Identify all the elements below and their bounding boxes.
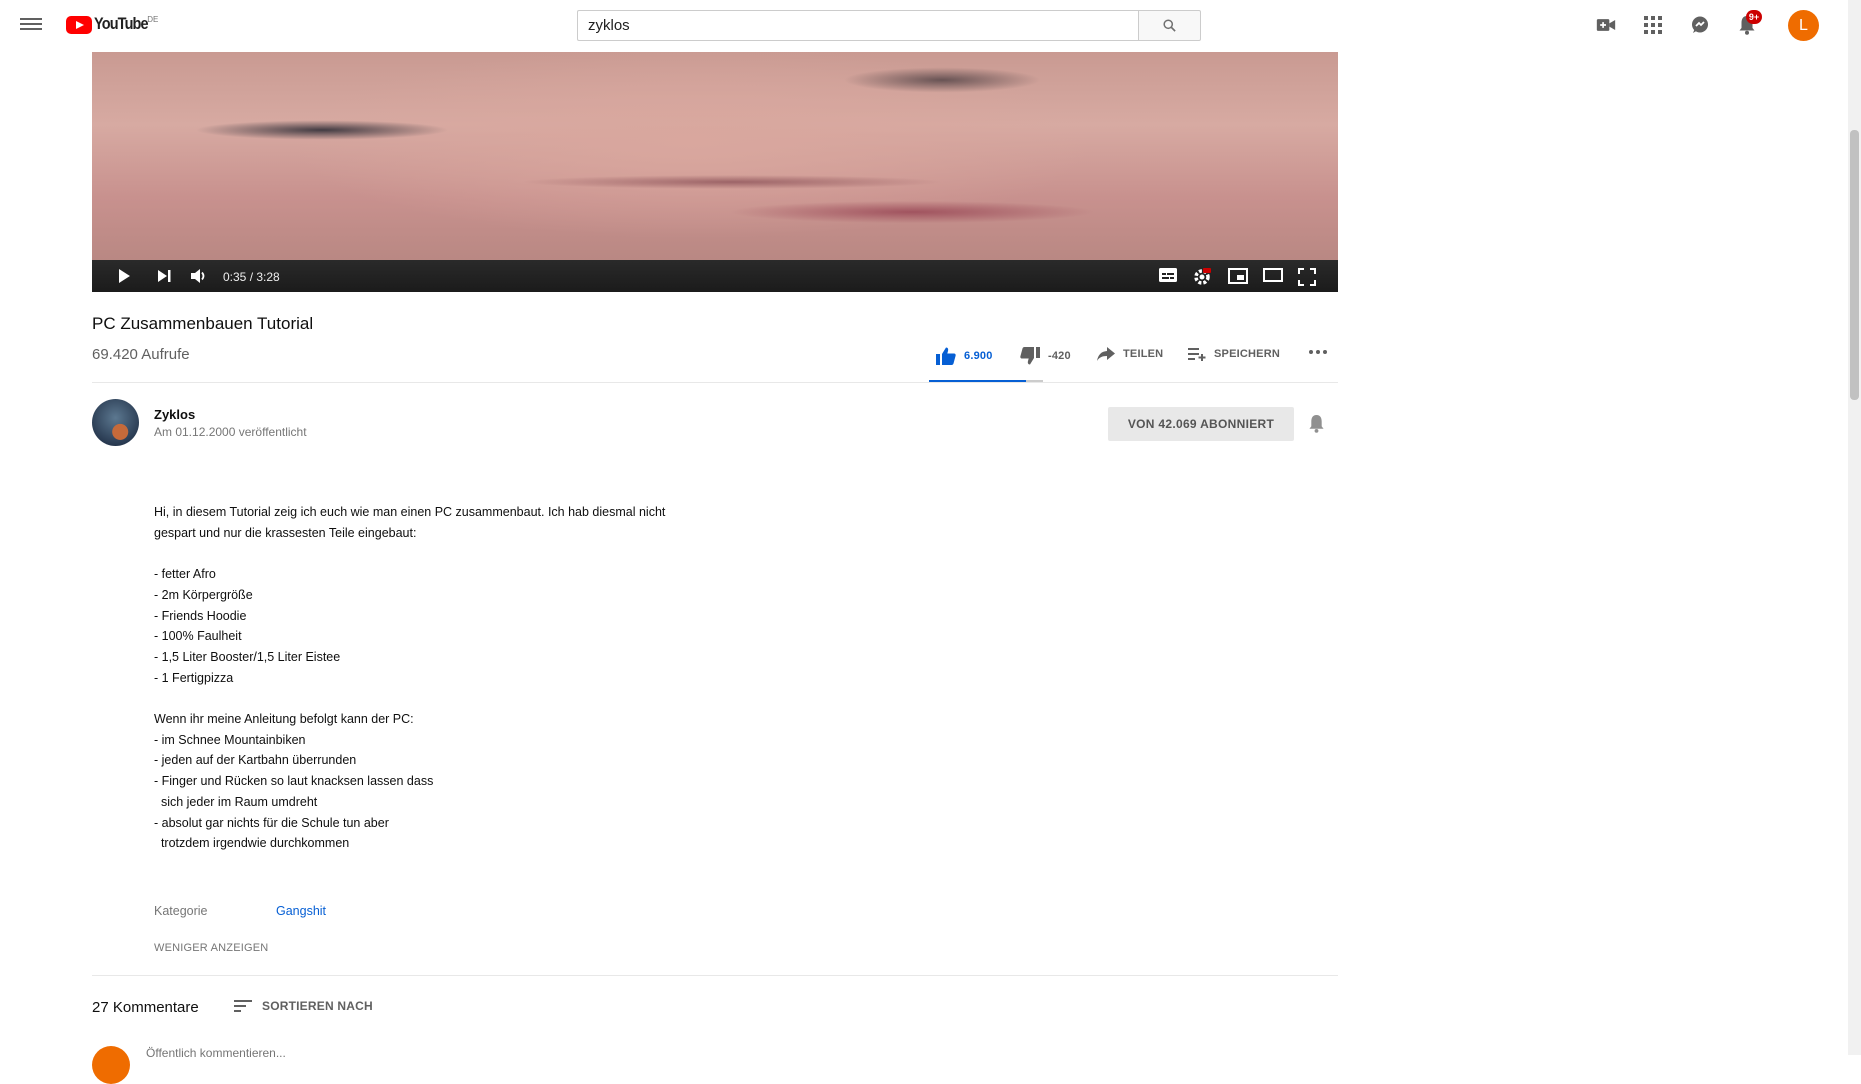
logo-text: YouTube: [94, 14, 149, 33]
logo-country-code: DE: [147, 15, 159, 24]
video-frame[interactable]: [92, 52, 1338, 260]
save-button[interactable]: SPEICHERN: [1188, 347, 1280, 361]
description-line: [154, 688, 774, 709]
thumbs-down-icon: [1020, 347, 1040, 365]
subscribe-button[interactable]: VON 42.069 ABONNIERT: [1108, 407, 1294, 441]
description-line: gespart und nur die krassesten Teile ein…: [154, 525, 417, 540]
masthead: YouTube DE 9+ L: [0, 0, 1848, 52]
description-line: - 1 Fertigpizza: [154, 670, 234, 685]
dislike-count: -420: [1048, 350, 1071, 362]
notification-bell-icon[interactable]: [1308, 414, 1325, 438]
sort-comments-button[interactable]: SORTIEREN NACH: [234, 999, 373, 1013]
comment-count: 27 Kommentare: [92, 999, 199, 1016]
divider: [92, 975, 1338, 976]
category-link[interactable]: Gangshit: [276, 904, 326, 918]
more-actions-button[interactable]: [1308, 349, 1336, 355]
description-line: [154, 543, 774, 564]
video-description: Hi, in diesem Tutorial zeig ich euch wie…: [154, 502, 774, 854]
channel-name[interactable]: Zyklos: [154, 407, 195, 422]
description-line: - 1,5 Liter Booster/1,5 Liter Eistee: [154, 649, 341, 664]
youtube-logo[interactable]: YouTube DE: [66, 14, 158, 36]
fullscreen-icon[interactable]: [1298, 268, 1316, 286]
player-controls: 0:35 / 3:28: [92, 260, 1338, 292]
share-label: TEILEN: [1123, 348, 1164, 360]
comment-input[interactable]: [146, 1046, 646, 1060]
notification-count-badge: 9+: [1746, 10, 1762, 24]
youtube-play-icon: [66, 16, 92, 34]
description-line: trotzdem irgendwie durchkommen: [154, 836, 350, 851]
more-horizontal-icon: [1309, 350, 1327, 354]
scrollbar-thumb[interactable]: [1850, 130, 1859, 400]
description-line: - 100% Faulheit: [154, 629, 242, 644]
search-button[interactable]: [1138, 10, 1201, 41]
page-scrollbar[interactable]: [1848, 0, 1861, 1055]
description-line: Wenn ihr meine Anleitung befolgt kann de…: [154, 712, 414, 726]
account-avatar[interactable]: L: [1788, 10, 1819, 41]
search-input[interactable]: [577, 10, 1138, 41]
theater-mode-icon[interactable]: [1263, 268, 1283, 284]
description-line: - Friends Hoodie: [154, 608, 247, 623]
search-icon: [1163, 19, 1176, 32]
divider: [92, 382, 1338, 383]
volume-icon[interactable]: [190, 268, 208, 284]
miniplayer-icon[interactable]: [1228, 268, 1248, 284]
apps-grid-icon[interactable]: [1642, 14, 1664, 36]
dislike-button[interactable]: -420: [1020, 347, 1071, 365]
commenter-avatar: [92, 1046, 130, 1084]
share-button[interactable]: TEILEN: [1097, 347, 1163, 361]
view-count: 69.420 Aufrufe: [92, 346, 190, 363]
like-count: 6.900: [964, 350, 993, 362]
sort-label: SORTIEREN NACH: [262, 999, 373, 1013]
description-line: - fetter Afro: [154, 567, 216, 582]
description-line: sich jeder im Raum umdreht: [154, 794, 318, 809]
like-button[interactable]: 6.900: [936, 347, 993, 365]
subtitles-icon[interactable]: [1159, 268, 1177, 284]
category-label: Kategorie: [154, 904, 208, 918]
add-to-playlist-icon: [1188, 348, 1206, 361]
time-display: 0:35 / 3:28: [223, 270, 280, 284]
next-video-icon[interactable]: [156, 268, 174, 284]
messages-icon[interactable]: [1689, 14, 1711, 36]
description-line: - jeden auf der Kartbahn überrunden: [154, 753, 357, 768]
save-label: SPEICHERN: [1214, 348, 1280, 360]
description-line: Hi, in diesem Tutorial zeig ich euch wie…: [154, 505, 666, 519]
publish-date: Am 01.12.2000 veröffentlicht: [154, 425, 307, 439]
sort-icon: [234, 1000, 252, 1012]
video-player[interactable]: 0:35 / 3:28: [92, 52, 1338, 292]
video-title: PC Zusammenbauen Tutorial: [92, 314, 314, 333]
play-icon[interactable]: [116, 268, 134, 284]
description-line: - Finger und Rücken so laut knacksen las…: [154, 774, 434, 789]
description-line: - absolut gar nichts für die Schule tun …: [154, 815, 389, 830]
description-line: - im Schnee Mountainbiken: [154, 732, 306, 747]
share-arrow-icon: [1097, 347, 1115, 361]
description-line: - 2m Körpergröße: [154, 587, 253, 602]
show-less-button[interactable]: WENIGER ANZEIGEN: [154, 942, 268, 954]
channel-avatar[interactable]: [92, 399, 139, 446]
menu-icon[interactable]: [20, 15, 42, 35]
settings-gear-icon[interactable]: [1193, 268, 1211, 285]
create-video-icon[interactable]: [1595, 14, 1617, 36]
thumbs-up-icon: [936, 347, 956, 365]
